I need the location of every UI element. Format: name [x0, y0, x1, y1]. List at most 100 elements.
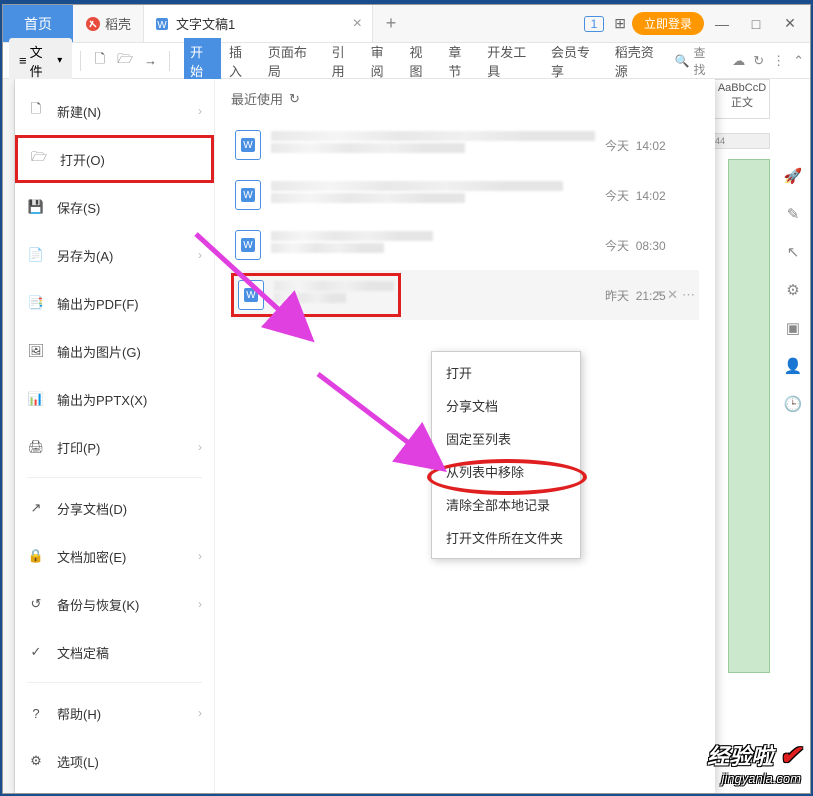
menu-pdf[interactable]: 📑 输出为PDF(F) [15, 279, 214, 327]
menu-img[interactable]: 🖼 输出为图片(G) [15, 327, 214, 375]
tab-app-daoke[interactable]: 稻壳 [73, 5, 143, 42]
chevron-down-icon: ▾ [57, 55, 62, 66]
new-tab-button[interactable]: + [373, 5, 409, 42]
style-preview: AaBbCcD [717, 82, 767, 94]
file-name-blurred [274, 281, 394, 309]
ctx-pin[interactable]: 固定至列表 [432, 422, 580, 455]
ctx-open[interactable]: 打开 [432, 356, 580, 389]
file-time: 今天 14:02 [605, 137, 695, 154]
menu-pdf-label: 输出为PDF(F) [57, 294, 139, 313]
backup-icon: ↺ [27, 595, 45, 613]
side-toolbar: 🚀 ✎ ↖ ⚙ ▣ 👤 🕒 [776, 159, 810, 413]
menu-pptx-label: 输出为PPTX(X) [57, 390, 147, 409]
menu-encrypt[interactable]: 🔒 文档加密(E) › [15, 532, 214, 580]
chevron-right-icon: › [198, 706, 202, 720]
tab-document[interactable]: W 文字文稿1 × [143, 5, 373, 42]
vertical-ruler [3, 79, 15, 793]
file-name-blurred [271, 231, 595, 259]
chevron-right-icon: › [198, 248, 202, 262]
pin-row-icon[interactable]: ✕ [667, 287, 678, 303]
paragraph-style-box[interactable]: AaBbCcD 正文 [714, 79, 770, 119]
collapse-icon[interactable]: ⌃ [793, 53, 804, 69]
ctx-share[interactable]: 分享文档 [432, 389, 580, 422]
recent-file-item-selected[interactable]: W 昨天 21:25 ↗ ✕ ⋯ [231, 270, 699, 320]
layers-icon[interactable]: ▣ [784, 319, 802, 337]
ribbon-tab-review[interactable]: 审阅 [365, 38, 402, 84]
recent-file-item[interactable]: W 今天 14:02 [231, 170, 699, 220]
search-placeholder: 查找 [694, 44, 717, 78]
ribbon-tab-view[interactable]: 视图 [403, 38, 440, 84]
menu-saveas[interactable]: 📄 另存为(A) › [15, 231, 214, 279]
close-tab-icon[interactable]: × [353, 15, 362, 33]
pptx-icon: 📊 [27, 390, 45, 408]
menu-final[interactable]: ✓ 文档定稿 [15, 628, 214, 676]
menu-pptx[interactable]: 📊 输出为PPTX(X) [15, 375, 214, 423]
window-number-badge: 1 [584, 16, 605, 32]
recent-file-item[interactable]: W 今天 08:30 [231, 220, 699, 270]
word-doc-icon: W [235, 130, 261, 160]
ribbon-tab-layout[interactable]: 页面布局 [262, 38, 324, 84]
chevron-right-icon: › [198, 597, 202, 611]
check-icon: ✓ [27, 643, 45, 661]
ribbon-tab-resource[interactable]: 稻壳资源 [609, 38, 671, 84]
menu-new[interactable]: 🗋 新建(N) › [15, 87, 214, 135]
ctx-clear-all[interactable]: 清除全部本地记录 [432, 488, 580, 521]
ribbon-tab-insert[interactable]: 插入 [223, 38, 260, 84]
lock-icon: 🔒 [27, 547, 45, 565]
recent-file-item[interactable]: W 今天 14:02 [231, 120, 699, 170]
save-icon: 💾 [27, 198, 45, 216]
kebab-icon[interactable]: ⋮ [772, 53, 785, 69]
word-doc-icon: W [238, 280, 264, 310]
menu-exit[interactable]: ⇥ 退出(Q) [15, 785, 214, 793]
menu-share-label: 分享文档(D) [57, 499, 127, 518]
search-icon: 🔍 [675, 54, 690, 68]
watermark-url: jingyanla.com [707, 771, 801, 786]
clock-icon[interactable]: 🕒 [784, 395, 802, 413]
menu-open[interactable]: 🗁 打开(O) [15, 135, 214, 183]
apps-grid-icon[interactable]: ⊞ [614, 15, 626, 32]
ctx-open-folder[interactable]: 打开文件所在文件夹 [432, 521, 580, 554]
pencil-icon[interactable]: ✎ [784, 205, 802, 223]
rocket-icon[interactable]: 🚀 [784, 167, 802, 185]
share-row-icon[interactable]: ↗ [652, 287, 663, 303]
minimize-button[interactable]: — [706, 9, 738, 39]
menu-final-label: 文档定稿 [57, 643, 109, 662]
menu-save[interactable]: 💾 保存(S) [15, 183, 214, 231]
cursor-icon[interactable]: ↖ [784, 243, 802, 261]
forward-icon[interactable]: → [140, 50, 161, 72]
file-menu-button[interactable]: ≡ 文件 ▾ [9, 38, 72, 84]
chevron-right-icon: › [198, 440, 202, 454]
menu-options[interactable]: ⚙ 选项(L) [15, 737, 214, 785]
ribbon-tab-dev[interactable]: 开发工具 [481, 38, 543, 84]
hamburger-icon: ≡ [19, 53, 27, 68]
menu-print-label: 打印(P) [57, 438, 100, 457]
search-box[interactable]: 🔍 查找 [675, 44, 717, 78]
settings-slider-icon[interactable]: ⚙ [784, 281, 802, 299]
menu-help[interactable]: ? 帮助(H) › [15, 689, 214, 737]
menu-backup[interactable]: ↺ 备份与恢复(K) › [15, 580, 214, 628]
file-time: 今天 14:02 [605, 187, 695, 204]
ribbon-tab-start[interactable]: 开始 [184, 38, 221, 84]
ribbon-tab-reference[interactable]: 引用 [326, 38, 363, 84]
refresh-icon[interactable]: ↻ [289, 91, 300, 107]
ctx-remove[interactable]: 从列表中移除 [432, 455, 580, 488]
document-area: AaBbCcD 正文 44 🚀 ✎ ↖ ⚙ ▣ 👤 🕒 [710, 79, 810, 793]
open-folder-icon[interactable]: 🗁 [115, 50, 136, 72]
login-button[interactable]: 立即登录 [632, 12, 704, 35]
sync-icon[interactable]: ↻ [753, 53, 764, 69]
new-doc-icon[interactable]: 🗋 [89, 50, 110, 72]
maximize-button[interactable]: □ [740, 9, 772, 39]
ribbon-tab-vip[interactable]: 会员专享 [545, 38, 607, 84]
doc-tab-label: 文字文稿1 [176, 14, 235, 33]
menu-share[interactable]: ↗ 分享文档(D) [15, 484, 214, 532]
tab-home[interactable]: 首页 [3, 5, 73, 42]
row-actions: ↗ ✕ ⋯ [652, 287, 695, 303]
document-page-fragment[interactable] [728, 159, 770, 673]
user-icon[interactable]: 👤 [784, 357, 802, 375]
ribbon-tab-chapter[interactable]: 章节 [442, 38, 479, 84]
cloud-icon[interactable]: ☁ [732, 53, 745, 69]
share-icon: ↗ [27, 499, 45, 517]
more-row-icon[interactable]: ⋯ [682, 287, 695, 303]
menu-print[interactable]: 🖨 打印(P) › [15, 423, 214, 471]
close-window-button[interactable]: ✕ [774, 9, 806, 39]
